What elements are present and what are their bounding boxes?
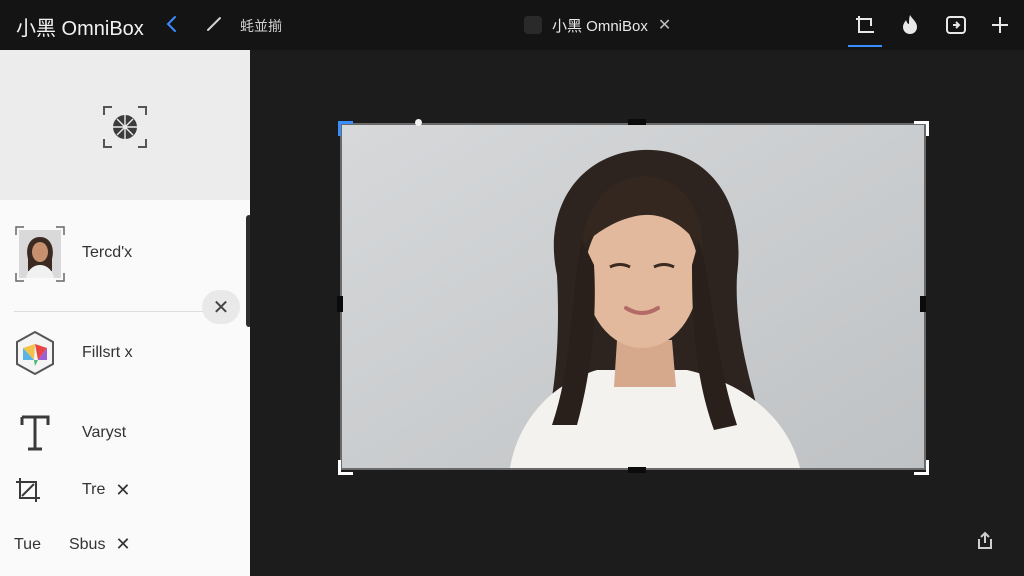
share-icon	[978, 531, 992, 549]
remove-icon[interactable]: ✕	[115, 534, 130, 555]
color-cube-icon	[16, 330, 54, 376]
tab-close-icon[interactable]: ✕	[658, 15, 671, 35]
resize-handle-right[interactable]	[920, 296, 926, 312]
edit-button[interactable]	[203, 13, 225, 35]
crop-tool-icon	[856, 16, 874, 33]
resize-handle-bottom[interactable]	[628, 467, 646, 473]
sidebar-item-label-secondary: Sbus	[68, 535, 106, 553]
flame-button[interactable]	[897, 12, 923, 38]
corner-handle-top-left[interactable]	[338, 121, 353, 136]
app-icon	[524, 16, 542, 34]
sidebar-item-status[interactable]: Tue Sbus ✕	[14, 534, 131, 555]
resize-handle-top[interactable]	[628, 119, 646, 125]
corner-handle-top-right[interactable]	[914, 121, 929, 136]
resize-handle-left[interactable]	[337, 296, 343, 312]
sidebar-panel: Tercd'x ✕ Fillsrt x Varyst Tre ✕ Tue Sbu…	[0, 50, 250, 576]
tab-label: 小黑 OmniBox	[552, 17, 648, 35]
crop-resize-icon	[16, 478, 40, 502]
back-button[interactable]	[160, 12, 184, 36]
export-icon	[946, 16, 966, 34]
top-bar: 小黑 OmniBox 蚝並揃 小黑 OmniBox ✕	[0, 0, 1024, 50]
portrait-thumbnail	[14, 225, 65, 282]
sidebar-item-label: Tue	[14, 535, 41, 553]
plus-icon	[992, 17, 1008, 33]
app-title: 小黑 OmniBox	[16, 18, 144, 40]
corner-handle-bottom-left[interactable]	[338, 460, 353, 475]
share-button[interactable]	[974, 530, 996, 552]
scan-button[interactable]	[102, 105, 148, 149]
export-button[interactable]	[943, 12, 969, 38]
add-button[interactable]	[987, 12, 1013, 38]
remove-icon[interactable]: ✕	[115, 480, 130, 501]
sidebar-header	[0, 50, 250, 200]
crop-tool-button[interactable]	[852, 12, 878, 38]
sidebar-item-label: Varyst	[82, 424, 127, 441]
rotate-handle[interactable]	[415, 119, 422, 126]
corner-handle-bottom-right[interactable]	[914, 460, 929, 475]
pencil-icon	[207, 17, 221, 31]
text-t-icon	[20, 415, 50, 451]
sidebar-item-portrait[interactable]: Tercd'x	[14, 225, 133, 282]
active-tool-indicator	[848, 45, 882, 47]
tab-omnibox[interactable]: 小黑 OmniBox ✕	[524, 12, 671, 38]
sidebar-item-label: Tre	[82, 481, 106, 498]
close-button[interactable]: ✕	[202, 290, 240, 324]
divider	[14, 311, 204, 312]
sidebar-item-text[interactable]: Varyst	[14, 413, 126, 453]
back-icon	[166, 16, 176, 32]
portrait-image	[342, 125, 924, 468]
sidebar-item-crop[interactable]: Tre ✕	[14, 476, 131, 504]
sidebar-item-fill[interactable]: Fillsrt x	[14, 330, 133, 376]
breadcrumb[interactable]: 蚝並揃	[240, 16, 282, 36]
portrait-photo[interactable]	[340, 123, 926, 470]
scan-aperture-icon	[103, 106, 147, 148]
sidebar-item-label: Fillsrt x	[82, 344, 133, 361]
flame-icon	[903, 15, 917, 34]
sidebar-item-label: Tercd'x	[82, 244, 133, 261]
portrait-thumbnail-icon	[15, 226, 65, 282]
